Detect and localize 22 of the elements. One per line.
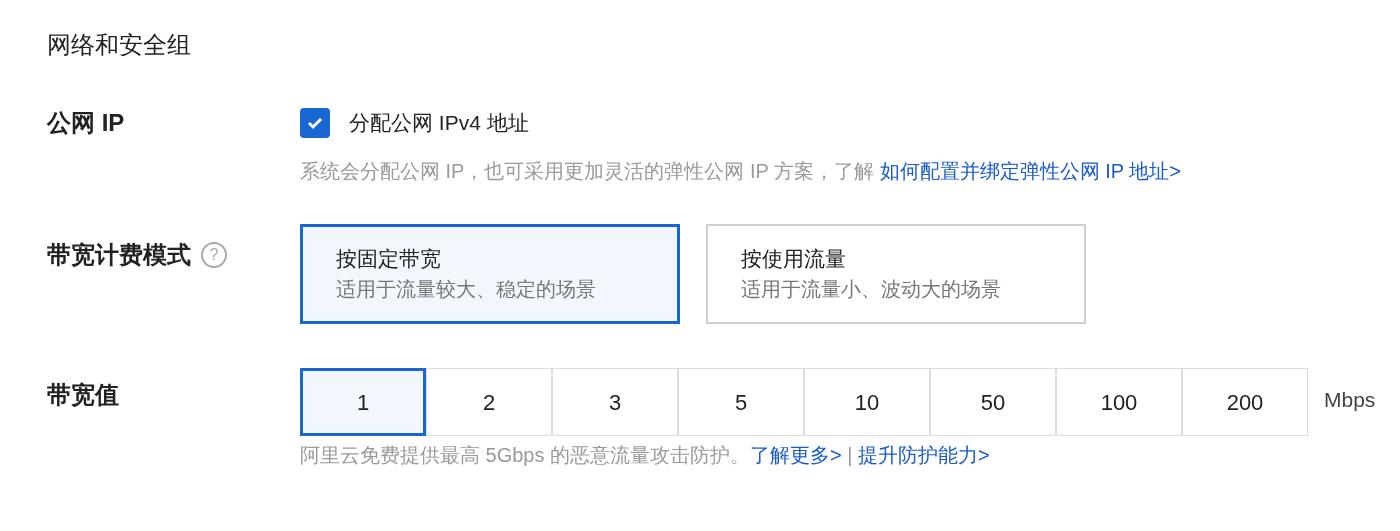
bandwidth-option[interactable]: 1 xyxy=(300,368,426,436)
billing-option[interactable]: 按使用流量 适用于流量小、波动大的场景 xyxy=(706,224,1086,324)
bandwidth-option[interactable]: 10 xyxy=(804,368,930,436)
field-label: 公网 IP xyxy=(47,108,126,138)
bandwidth-option[interactable]: 50 xyxy=(930,368,1056,436)
field-label: 带宽值 xyxy=(47,380,120,410)
bandwidth-option[interactable]: 5 xyxy=(678,368,804,436)
bandwidth-option[interactable]: 3 xyxy=(552,368,678,436)
checkbox[interactable] xyxy=(300,108,330,138)
upgrade-protection-link[interactable]: 提升防护能力> xyxy=(858,444,990,466)
billing-option[interactable]: 按固定带宽 适用于流量较大、稳定的场景 xyxy=(300,224,680,324)
bandwidth-option[interactable]: 200 xyxy=(1182,368,1308,436)
hint-text: 系统会分配公网 IP，也可采用更加灵活的弹性公网 IP 方案，了解 如何配置并绑定弹性公网 IP 地址> xyxy=(300,159,1181,184)
checkbox-label: 分配公网 IPv4 地址 xyxy=(349,110,529,137)
learn-more-link[interactable]: 了解更多> xyxy=(750,444,842,466)
bandwidth-option[interactable]: 2 xyxy=(426,368,552,436)
unit-label: Mbps xyxy=(1324,387,1376,413)
help-link[interactable]: 如何配置并绑定弹性公网 IP 地址> xyxy=(879,160,1181,182)
field-label: 带宽计费模式 xyxy=(47,240,191,270)
bandwidth-option[interactable]: 100 xyxy=(1056,368,1182,436)
hint-text: 阿里云免费提供最高 5Gbps 的恶意流量攻击防护。了解更多> | 提升防护能力> xyxy=(300,443,991,468)
section-title: 网络和安全组 xyxy=(47,30,192,60)
